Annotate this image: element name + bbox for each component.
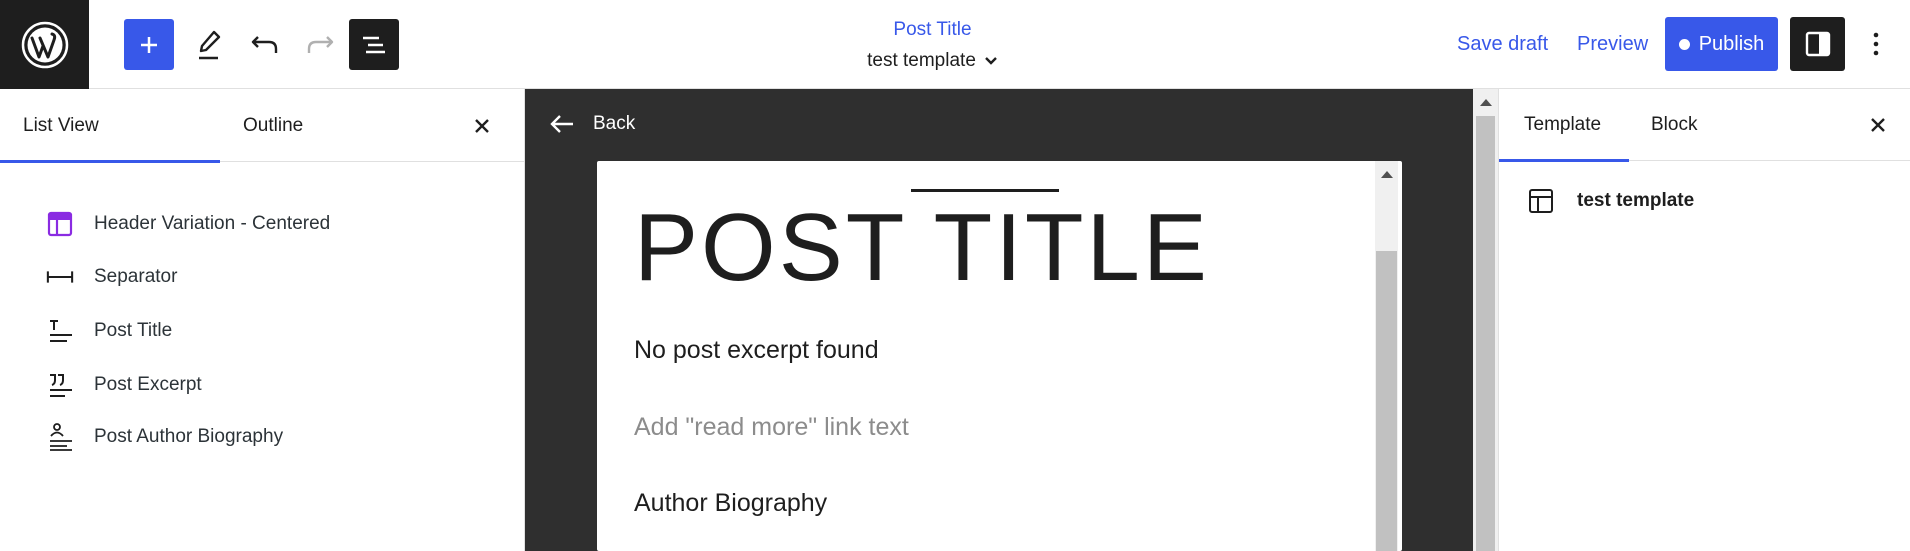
post-excerpt-block[interactable]: No post excerpt found [634, 336, 879, 365]
tab-template[interactable]: Template [1499, 89, 1629, 162]
post-title-block[interactable]: POST TITLE [634, 193, 1210, 303]
document-overview-button[interactable] [349, 19, 399, 70]
list-item[interactable]: Post Excerpt [46, 365, 202, 405]
publish-button[interactable]: Publish [1665, 17, 1778, 71]
document-bar[interactable]: Post Title test template [800, 14, 1065, 76]
list-item[interactable]: Header Variation - Centered [46, 204, 330, 244]
options-menu-button[interactable] [1860, 17, 1892, 71]
settings-sidebar: Template Block test template [1498, 89, 1910, 551]
list-item[interactable]: Separator [46, 257, 177, 297]
redo-button[interactable] [295, 19, 345, 70]
close-settings-button[interactable] [1863, 110, 1893, 140]
settings-toggle-button[interactable] [1790, 17, 1845, 71]
tab-block[interactable]: Block [1629, 89, 1719, 161]
chevron-down-icon [985, 57, 997, 65]
template-preview-frame[interactable]: POST TITLE No post excerpt found Add "re… [597, 161, 1402, 551]
sidebar-icon [1805, 31, 1830, 57]
close-overview-button[interactable] [467, 111, 497, 141]
tab-list-view[interactable]: List View [0, 89, 220, 163]
template-card: test template [1527, 187, 1694, 215]
tools-button[interactable] [185, 19, 235, 70]
post-author-biography-icon [46, 423, 74, 451]
canvas-scrollbar[interactable] [1473, 89, 1498, 551]
settings-tabs: Template Block [1499, 89, 1910, 162]
arrow-left-icon [550, 115, 573, 133]
list-item-label: Post Title [94, 320, 173, 341]
template-name: test template [867, 50, 976, 71]
redo-icon [307, 35, 334, 53]
post-excerpt-icon [46, 371, 74, 399]
list-view-icon [363, 36, 385, 53]
wordpress-logo[interactable] [0, 0, 89, 89]
list-item-label: Post Excerpt [94, 374, 202, 395]
scroll-up-arrow-icon[interactable] [1381, 171, 1393, 178]
template-part-icon [46, 210, 74, 238]
editor-canvas: Back POST TITLE No post excerpt found Ad… [525, 89, 1473, 551]
post-title-icon [46, 317, 74, 345]
close-icon [475, 119, 489, 133]
list-item[interactable]: Post Author Biography [46, 417, 283, 457]
block-inserter-button[interactable] [124, 19, 174, 70]
pencil-icon [199, 30, 221, 59]
plus-icon [141, 36, 157, 53]
list-item-label: Post Author Biography [94, 426, 284, 447]
template-dropdown[interactable]: test template [867, 46, 998, 76]
scrollbar-thumb[interactable] [1376, 251, 1397, 551]
back-button[interactable]: Back [549, 107, 635, 141]
read-more-placeholder[interactable]: Add "read more" link text [634, 413, 909, 442]
status-dot-icon [1678, 38, 1690, 50]
template-card-title: test template [1577, 190, 1695, 211]
save-draft-button[interactable]: Save draft [1457, 28, 1548, 60]
publish-label: Publish [1698, 32, 1765, 55]
document-title[interactable]: Post Title [800, 14, 1065, 46]
undo-icon [251, 35, 278, 53]
frame-scrollbar[interactable] [1375, 161, 1398, 551]
wordpress-icon [21, 21, 68, 68]
list-item-label: Header Variation - Centered [94, 213, 331, 234]
list-item-label: Separator [94, 266, 178, 287]
overview-tabs: List View Outline [0, 89, 524, 163]
tab-outline[interactable]: Outline [220, 89, 330, 162]
separator-icon [46, 263, 74, 291]
back-label: Back [593, 113, 636, 134]
close-icon [1871, 118, 1885, 132]
undo-button[interactable] [240, 19, 290, 70]
document-overview-panel: List View Outline Header Variation - Cen… [0, 89, 525, 551]
more-vertical-icon [1873, 32, 1879, 56]
author-biography-block[interactable]: Author Biography [634, 489, 827, 518]
scroll-up-arrow-icon[interactable] [1480, 99, 1492, 106]
separator-block[interactable] [911, 189, 1059, 192]
editor-header: Post Title test template Save draft Prev… [0, 0, 1910, 89]
scrollbar-thumb[interactable] [1476, 116, 1495, 551]
preview-button[interactable]: Preview [1577, 28, 1648, 60]
list-item[interactable]: Post Title [46, 311, 172, 351]
layout-icon [1529, 189, 1553, 213]
